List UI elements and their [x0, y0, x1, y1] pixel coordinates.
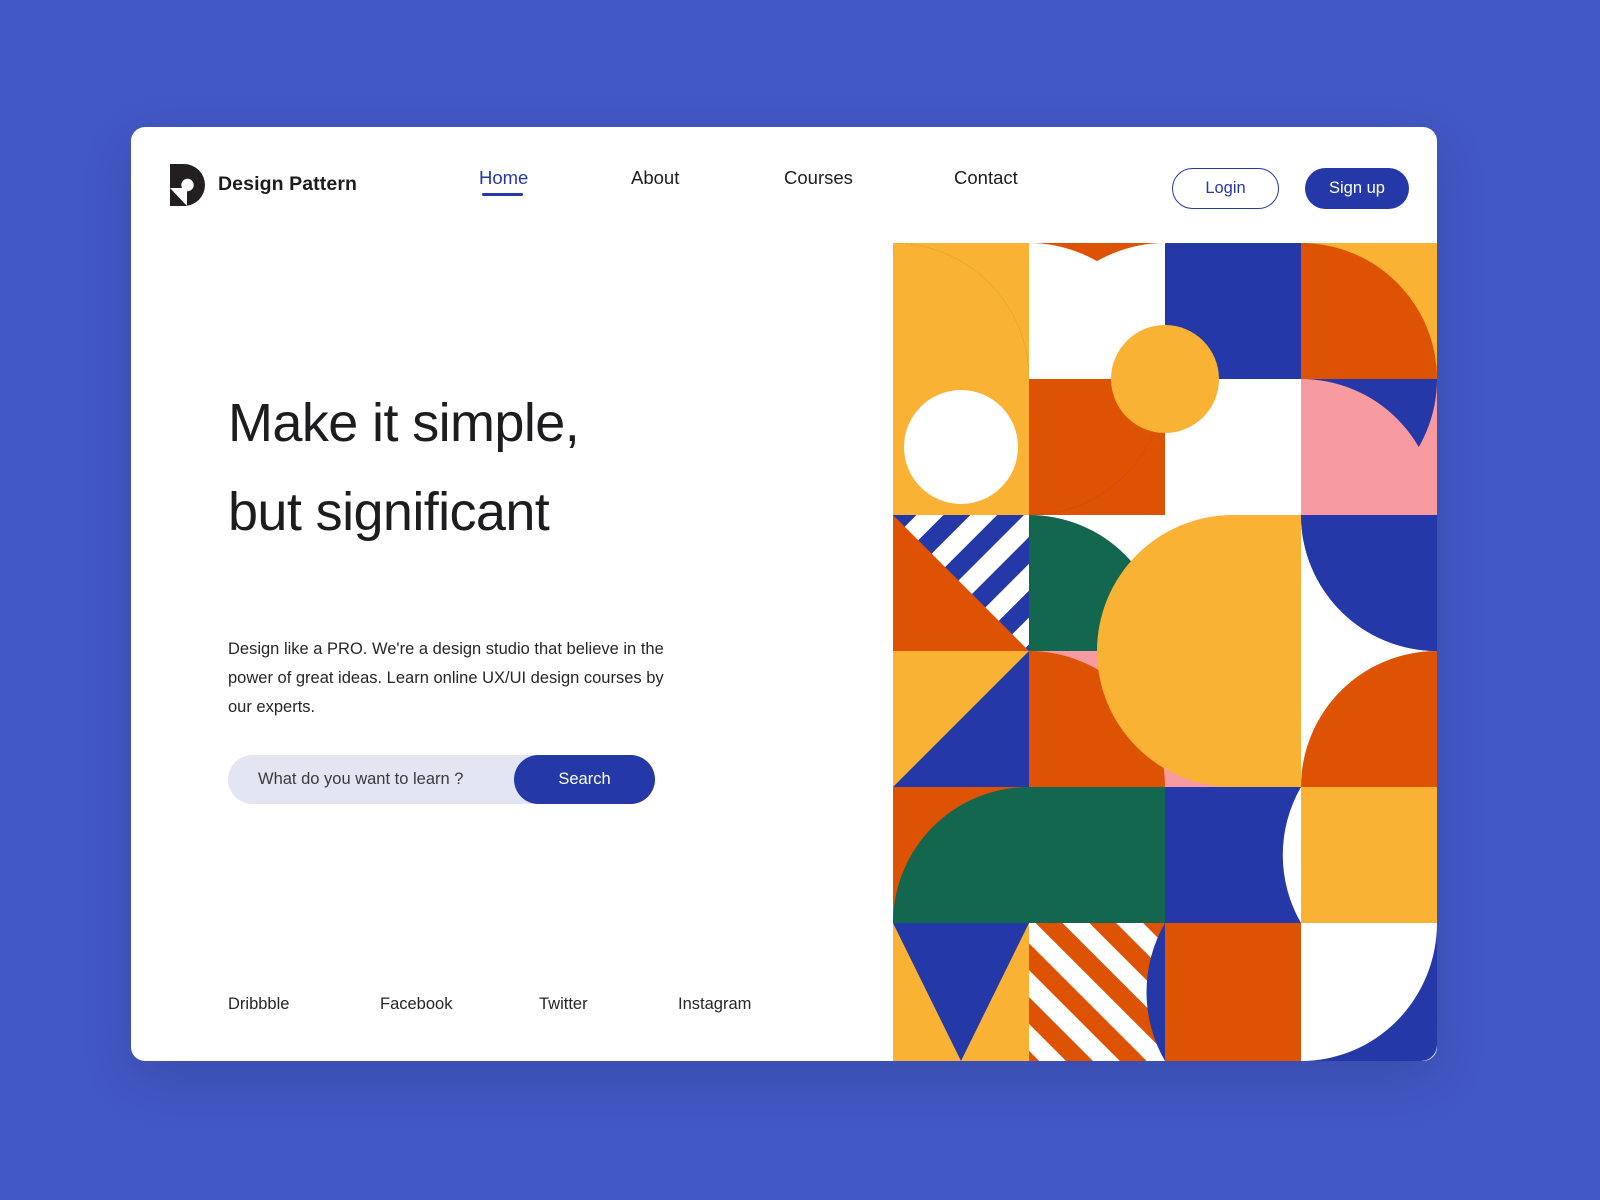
nav-item-about[interactable]: About — [631, 167, 679, 196]
social-links: Dribbble Facebook Twitter Instagram — [228, 995, 828, 1025]
hero-paragraph: Design like a PRO. We're a design studio… — [228, 640, 664, 716]
social-link-dribbble[interactable]: Dribbble — [228, 995, 289, 1014]
brand-name: Design Pattern — [218, 173, 358, 195]
site-header: Design Pattern Home About Courses Contac… — [131, 127, 1437, 242]
main-nav: Home About Courses Contact — [479, 167, 1079, 213]
search-bar: Search — [228, 755, 655, 804]
headline-line-1: Make it simple, — [228, 393, 580, 453]
signup-button[interactable]: Sign up — [1305, 168, 1409, 209]
nav-item-home[interactable]: Home — [479, 167, 528, 196]
page-root: Design Pattern Home About Courses Contac… — [0, 0, 1600, 1200]
landing-card: Design Pattern Home About Courses Contac… — [131, 127, 1437, 1061]
nav-item-courses[interactable]: Courses — [784, 167, 853, 196]
search-button[interactable]: Search — [514, 755, 655, 804]
social-link-twitter[interactable]: Twitter — [539, 995, 588, 1014]
nav-item-contact[interactable]: Contact — [954, 167, 1018, 196]
brand[interactable]: Design Pattern — [170, 163, 358, 206]
headline-line-2: but significant — [228, 482, 550, 543]
design-pattern-d-logo-icon — [170, 163, 205, 206]
pattern-svg — [893, 243, 1437, 1061]
login-button[interactable]: Login — [1172, 168, 1279, 209]
social-link-instagram[interactable]: Instagram — [678, 995, 751, 1014]
page-title: Make it simple, but significant — [228, 379, 788, 557]
search-input[interactable] — [228, 755, 514, 804]
geometric-bauhaus-pattern — [893, 243, 1437, 1061]
hero-copy: Make it simple, but significant Design l… — [228, 379, 788, 721]
social-link-facebook[interactable]: Facebook — [380, 995, 452, 1014]
auth-actions: Login Sign up — [1172, 168, 1409, 209]
